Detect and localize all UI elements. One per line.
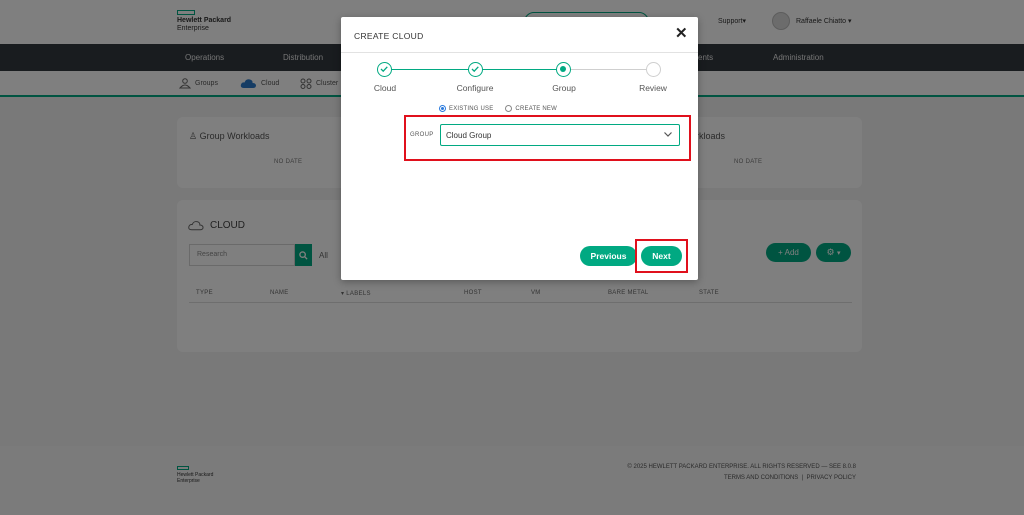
modal-title: CREATE CLOUD xyxy=(354,31,424,41)
step-label-configure: Configure xyxy=(456,83,494,93)
step-cloud-check-icon xyxy=(377,62,392,77)
step-label-group: Group xyxy=(552,83,576,93)
next-highlight-box xyxy=(635,239,688,273)
modal-header-divider xyxy=(341,52,698,53)
group-highlight-box xyxy=(404,115,691,161)
previous-button[interactable]: Previous xyxy=(580,246,637,266)
step-group-active-icon xyxy=(556,62,571,77)
step-configure-check-icon xyxy=(468,62,483,77)
step-review-pending-icon xyxy=(646,62,661,77)
radio-existing-label[interactable]: EXISTING USE xyxy=(449,106,493,112)
create-cloud-modal: CREATE CLOUD ✕ Cloud Configure Group Rev… xyxy=(341,17,698,280)
close-icon[interactable]: ✕ xyxy=(675,26,688,41)
radio-create-new[interactable] xyxy=(505,105,513,112)
group-mode-radios: EXISTING USE CREATE NEW xyxy=(439,105,557,112)
step-label-cloud: Cloud xyxy=(373,83,397,93)
step-label-review: Review xyxy=(639,83,667,93)
radio-existing[interactable] xyxy=(439,105,446,112)
radio-create-new-label[interactable]: CREATE NEW xyxy=(515,106,557,112)
stepper-line-pending xyxy=(568,69,646,70)
